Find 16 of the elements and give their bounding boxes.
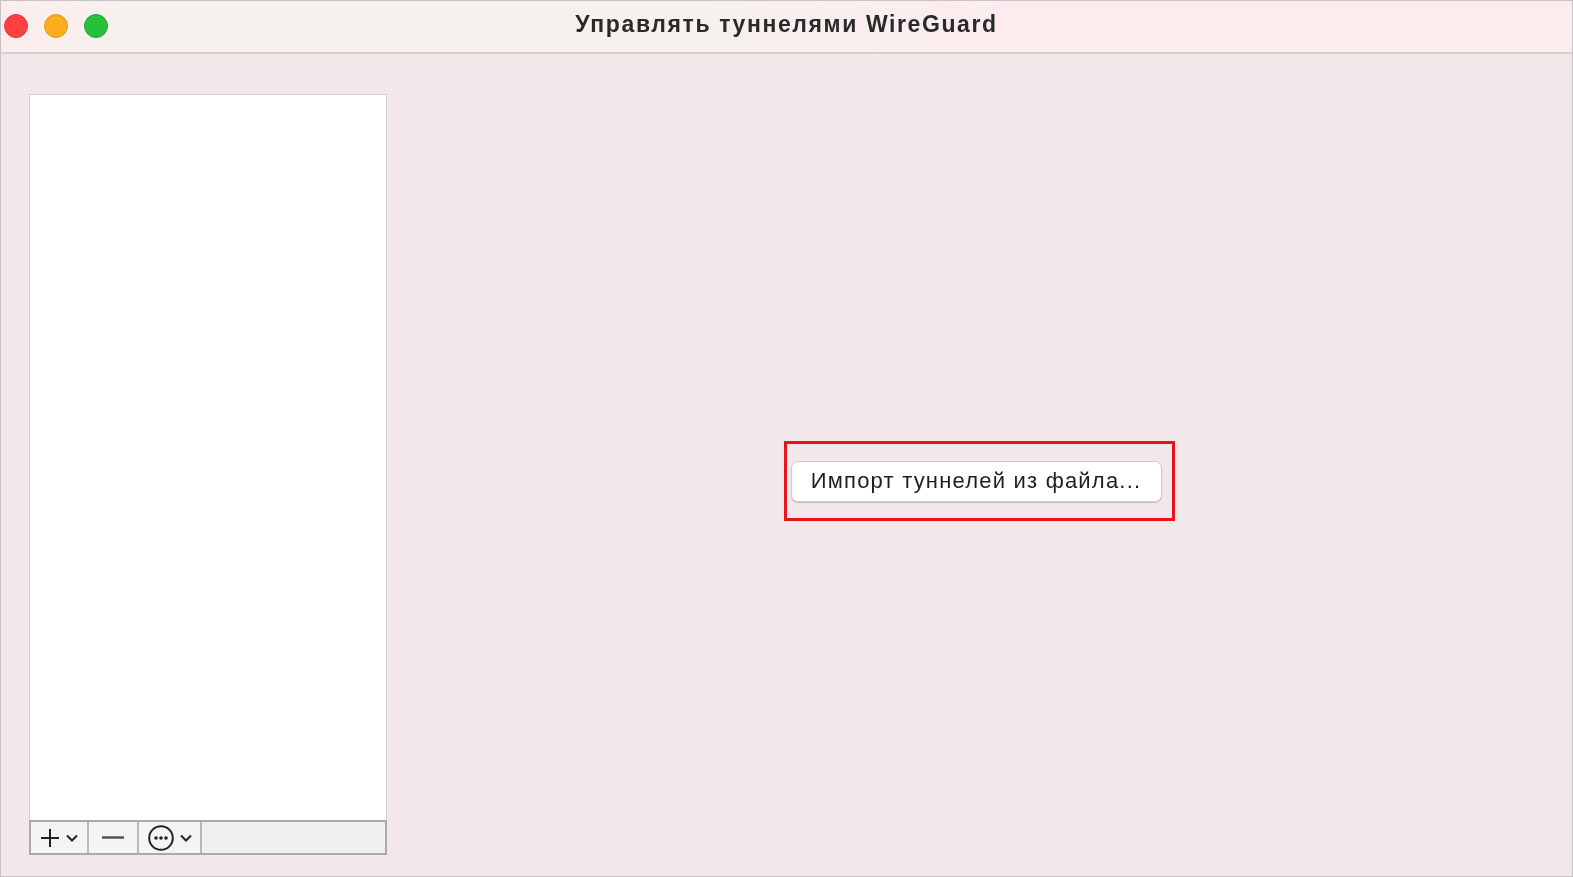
import-button[interactable]: Импорт туннелей из файла... [790,460,1163,502]
plus-icon [40,827,60,848]
minimize-icon [44,14,68,38]
close-button[interactable] [4,14,28,38]
caret-icon [179,833,192,842]
minimize-button[interactable] [44,14,68,38]
minus-icon [102,836,124,839]
window-title: Управлять туннелями WireGuard [575,10,998,38]
actions-button[interactable] [139,822,202,853]
remove-button[interactable] [89,822,139,853]
close-icon [4,14,28,38]
ellipsis-circle-icon [147,824,174,851]
add-button[interactable] [31,822,89,853]
zoom-icon [84,14,108,38]
caret-icon [66,833,78,842]
zoom-button[interactable] [84,14,108,38]
